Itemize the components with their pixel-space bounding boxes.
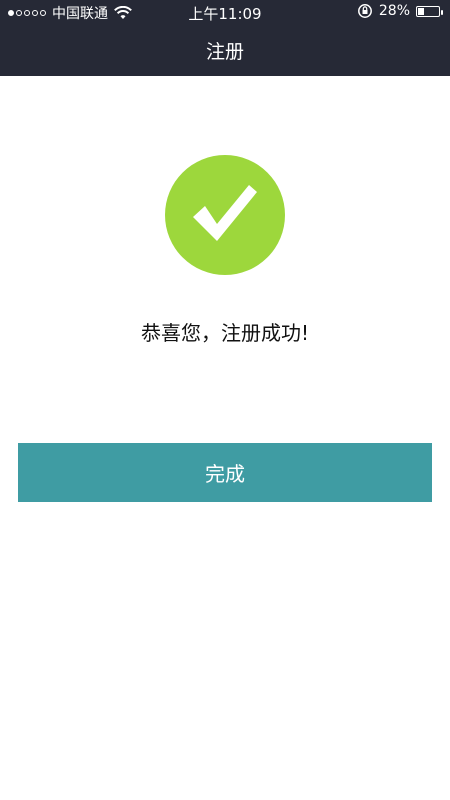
success-message: 恭喜您，注册成功!	[140, 321, 310, 345]
page-title: 注册	[205, 40, 244, 63]
orientation-lock-icon	[357, 4, 372, 18]
done-button[interactable]: 完成	[18, 443, 432, 502]
nav-bar: 注册	[0, 24, 450, 76]
battery-percentage: 28%	[378, 3, 410, 19]
status-bar: 中国联通 上午11:09 28%	[0, 0, 450, 24]
battery-fill	[418, 7, 424, 15]
status-right: 28%	[357, 3, 443, 19]
battery-icon	[416, 5, 443, 17]
checkmark-icon	[193, 185, 257, 241]
success-checkmark-icon	[165, 155, 285, 275]
